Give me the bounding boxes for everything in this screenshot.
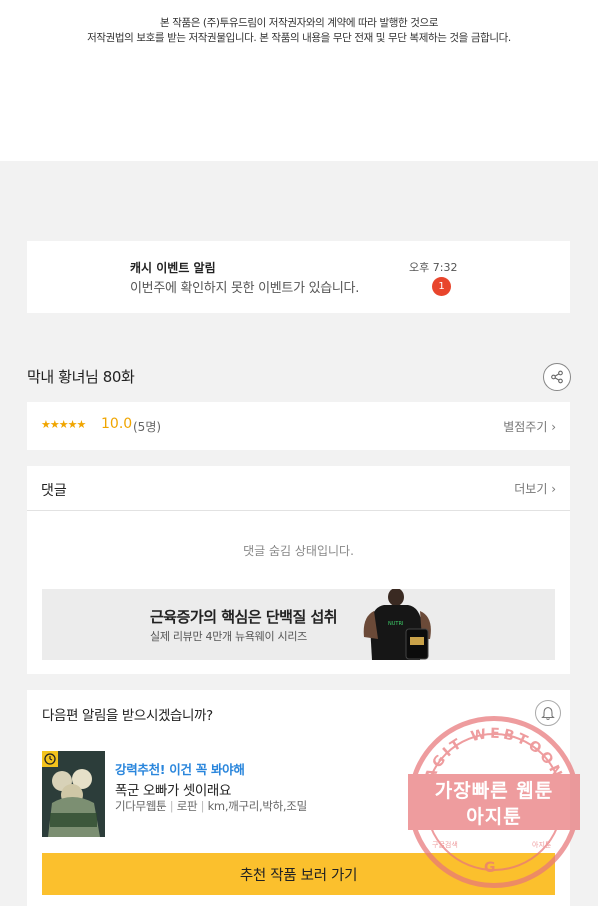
episode-title: 막내 황녀님 80화 <box>27 368 135 386</box>
ad-subtitle: 실제 리뷰만 4만개 뉴욕웨이 시리즈 <box>150 630 307 643</box>
watermark-line-2: 아지툰 <box>466 806 522 828</box>
watermark-small-left: 구글검색 <box>432 841 458 849</box>
rating-score: 10.0 <box>101 416 133 432</box>
notification-time: 오후 7:32 <box>409 261 458 274</box>
comments-header: 댓글 <box>41 483 67 499</box>
protein-ad-banner[interactable]: 근육증가의 핵심은 단백질 섭취 실제 리뷰만 4만개 뉴욕웨이 시리즈 NUT… <box>42 589 555 660</box>
event-notification[interactable]: 캐시 이벤트 알림 이번주에 확인하지 못한 이벤트가 있습니다. 오후 7:3… <box>27 241 570 313</box>
comments-divider <box>27 510 570 511</box>
notification-title: 캐시 이벤트 알림 <box>130 261 216 275</box>
copyright-line-1: 본 작품은 (주)투유드림이 저작권자와의 계약에 따라 발행한 것으로 <box>160 17 438 29</box>
recommend-title[interactable]: 폭군 오빠가 셋이래요 <box>115 779 231 799</box>
meta-separator: | <box>200 799 208 813</box>
rating-bar: ★★★★★ 10.0 (5명) 별점주기 › <box>27 402 570 450</box>
ad-title: 근육증가의 핵심은 단백질 섭취 <box>150 608 338 626</box>
notification-badge: 1 <box>432 277 451 296</box>
recommend-genre: 로판 <box>176 799 198 813</box>
recommend-cover-art <box>42 751 105 837</box>
recommend-thumbnail[interactable] <box>42 751 105 837</box>
next-episode-question: 다음편 알림을 받으시겠습니까? <box>42 708 213 724</box>
copyright-notice: 본 작품은 (주)투유드림이 저작권자와의 계약에 따라 발행한 것으로 저작권… <box>0 0 598 161</box>
recommend-meta: 기다무웹툰 | 로판 | km,깨구리,박하,조밀 <box>115 798 307 814</box>
comments-hidden-message: 댓글 숨김 상태입니다. <box>243 544 354 558</box>
notification-message: 이번주에 확인하지 못한 이벤트가 있습니다. <box>130 281 360 296</box>
share-button[interactable] <box>543 363 571 391</box>
comments-more-link[interactable]: 더보기 › <box>514 480 556 497</box>
google-g-icon: G <box>484 860 496 876</box>
recommend-creators: km,깨구리,박하,조밀 <box>207 799 308 813</box>
recommend-tag: 강력추천! 이건 꼭 봐야해 <box>115 762 245 777</box>
rating-stars: ★★★★★ <box>41 418 86 431</box>
recommend-platform: 기다무웹툰 <box>115 799 167 813</box>
rating-count: (5명) <box>133 420 162 434</box>
ad-athlete-image: NUTRI <box>363 589 431 660</box>
agit-webtoon-watermark: AGIT WEBTOON 가장빠른 웹툰 아지툰 구글검색 아지툰 G <box>408 716 580 888</box>
share-icon <box>551 370 563 384</box>
copyright-line-2: 저작권법의 보호를 받는 저작권물입니다. 본 작품의 내용을 무단 전재 및 … <box>87 32 511 44</box>
comments-section: 댓글 더보기 › 댓글 숨김 상태입니다. 근육증가의 핵심은 단백질 섭취 실… <box>27 466 570 674</box>
watermark-small-right: 아지툰 <box>532 841 552 849</box>
svg-text:NUTRI: NUTRI <box>388 621 403 627</box>
rate-button[interactable]: 별점주기 › <box>503 418 556 435</box>
meta-separator: | <box>169 799 177 813</box>
watermark-line-1: 가장빠른 웹툰 <box>434 780 554 802</box>
